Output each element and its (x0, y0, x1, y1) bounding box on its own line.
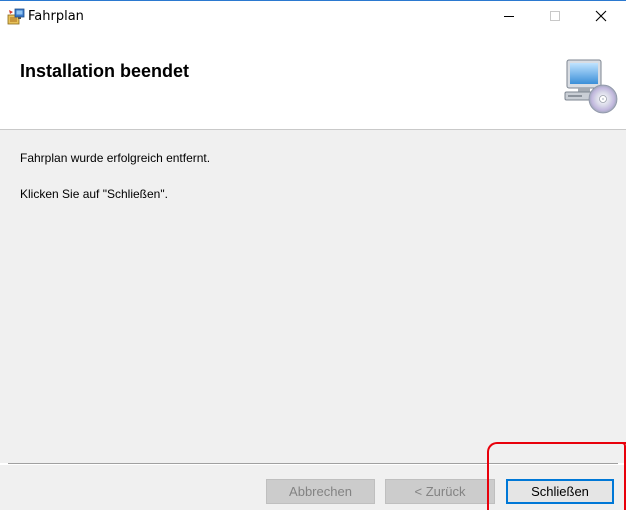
close-icon (595, 9, 607, 27)
title-bar[interactable]: Fahrplan (0, 2, 626, 32)
computer-disc-icon (558, 55, 620, 117)
content-area: Fahrplan wurde erfolgreich entfernt. Kli… (0, 130, 626, 463)
status-message: Fahrplan wurde erfolgreich entfernt. (20, 151, 211, 165)
minimize-icon (503, 9, 515, 27)
back-button: < Zurück (385, 479, 495, 504)
window-title: Fahrplan (28, 9, 84, 24)
maximize-button (532, 3, 578, 32)
installer-window: Fahrplan Installation beendet Fahrplan w… (0, 0, 626, 510)
close-button[interactable] (578, 3, 624, 32)
annotation-highlight-edge (622, 442, 626, 510)
header-banner: Installation beendet (0, 32, 626, 129)
page-title: Installation beendet (20, 61, 190, 81)
minimize-button[interactable] (486, 3, 532, 32)
instruction-text: Klicken Sie auf "Schließen". (20, 187, 168, 201)
cancel-button: Abbrechen (266, 479, 375, 504)
maximize-icon (549, 9, 561, 27)
annotation-highlight (487, 442, 626, 510)
installer-package-icon (7, 8, 25, 26)
